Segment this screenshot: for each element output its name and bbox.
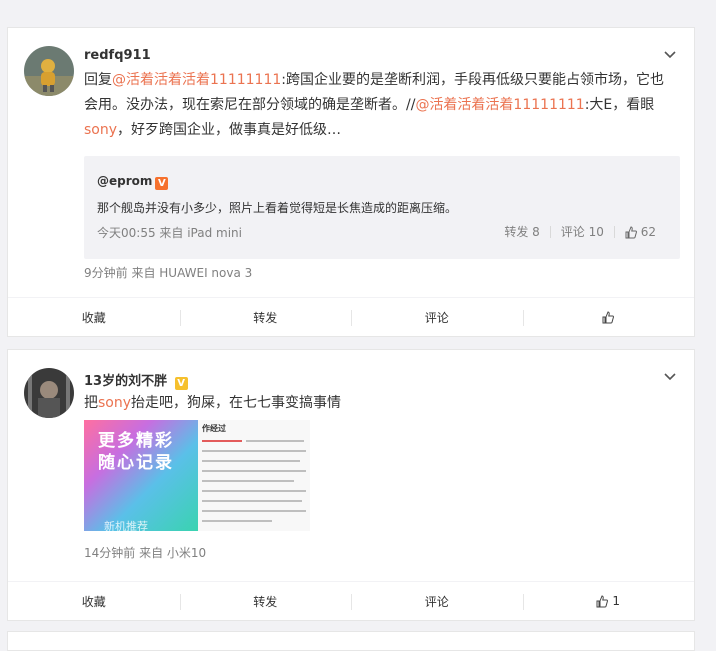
quoted-comment-button[interactable]: 评论 10	[561, 223, 604, 240]
chevron-down-icon[interactable]	[662, 48, 678, 64]
post-meta: 14分钟前 来自 小米10	[84, 546, 207, 560]
post-meta: 9分钟前 来自 HUAWEI nova 3	[84, 266, 253, 280]
keyword-link[interactable]: sony	[84, 122, 117, 138]
image-document-panel: 作经过	[198, 420, 310, 531]
thumbs-up-icon	[625, 225, 637, 238]
feed-card: redfq911 回复@活着活着活着11111111:跨国企业要的是垄断利润，手…	[7, 27, 695, 337]
comment-button[interactable]: 评论	[351, 582, 523, 620]
quoted-post[interactable]: @eprom V 那个舰岛并没有小多少，照片上看着觉得短是长焦造成的距离压缩。 今…	[84, 156, 680, 259]
quoted-actions: 转发 8 评论 10 62	[504, 223, 656, 240]
keyword-link[interactable]: sony	[98, 395, 131, 411]
chevron-down-icon[interactable]	[662, 370, 678, 386]
image-ad-panel: 更多精彩 随心记录 新机推荐	[84, 420, 198, 531]
post-image[interactable]: 更多精彩 随心记录 新机推荐 作经过	[84, 420, 310, 531]
collect-button[interactable]: 收藏	[8, 582, 180, 620]
action-bar: 收藏 转发 评论 1	[8, 581, 694, 620]
vip-badge-icon: V	[155, 177, 169, 190]
quoted-username[interactable]: @eprom V	[97, 174, 169, 190]
username[interactable]: 13岁的刘不胖 V	[84, 370, 188, 390]
thumbs-up-icon	[602, 310, 615, 323]
feed-card: 13岁的刘不胖 V 把sony抬走吧，狗屎，在七七事变搞事情 更多精彩 随心记录 …	[7, 349, 695, 621]
like-button[interactable]: 1	[522, 582, 695, 620]
quoted-text: 那个舰岛并没有小多少，照片上看着觉得短是长焦造成的距离压缩。	[97, 201, 458, 215]
feed-card	[7, 631, 695, 651]
avatar[interactable]	[24, 46, 74, 96]
thumbs-up-icon	[596, 594, 609, 607]
repost-button[interactable]: 转发	[179, 582, 352, 620]
mention-link[interactable]: @活着活着活着11111111	[415, 97, 584, 113]
quoted-like-button[interactable]: 62	[625, 225, 656, 239]
like-button[interactable]	[522, 298, 695, 336]
quoted-meta: 今天00:55 来自 iPad mini	[97, 226, 242, 240]
username[interactable]: redfq911	[84, 48, 151, 63]
mention-link[interactable]: @活着活着活着11111111	[112, 72, 281, 88]
repost-button[interactable]: 转发	[179, 298, 352, 336]
post-text: 回复@活着活着活着11111111:跨国企业要的是垄断利润，手段再低级只要能占领…	[84, 72, 664, 138]
verified-badge-icon: V	[174, 377, 188, 390]
post-text: 把sony抬走吧，狗屎，在七七事变搞事情	[84, 395, 342, 411]
comment-button[interactable]: 评论	[351, 298, 523, 336]
collect-button[interactable]: 收藏	[8, 298, 180, 336]
avatar[interactable]	[24, 368, 74, 418]
action-bar: 收藏 转发 评论	[8, 297, 694, 336]
quoted-repost-button[interactable]: 转发 8	[504, 223, 539, 240]
